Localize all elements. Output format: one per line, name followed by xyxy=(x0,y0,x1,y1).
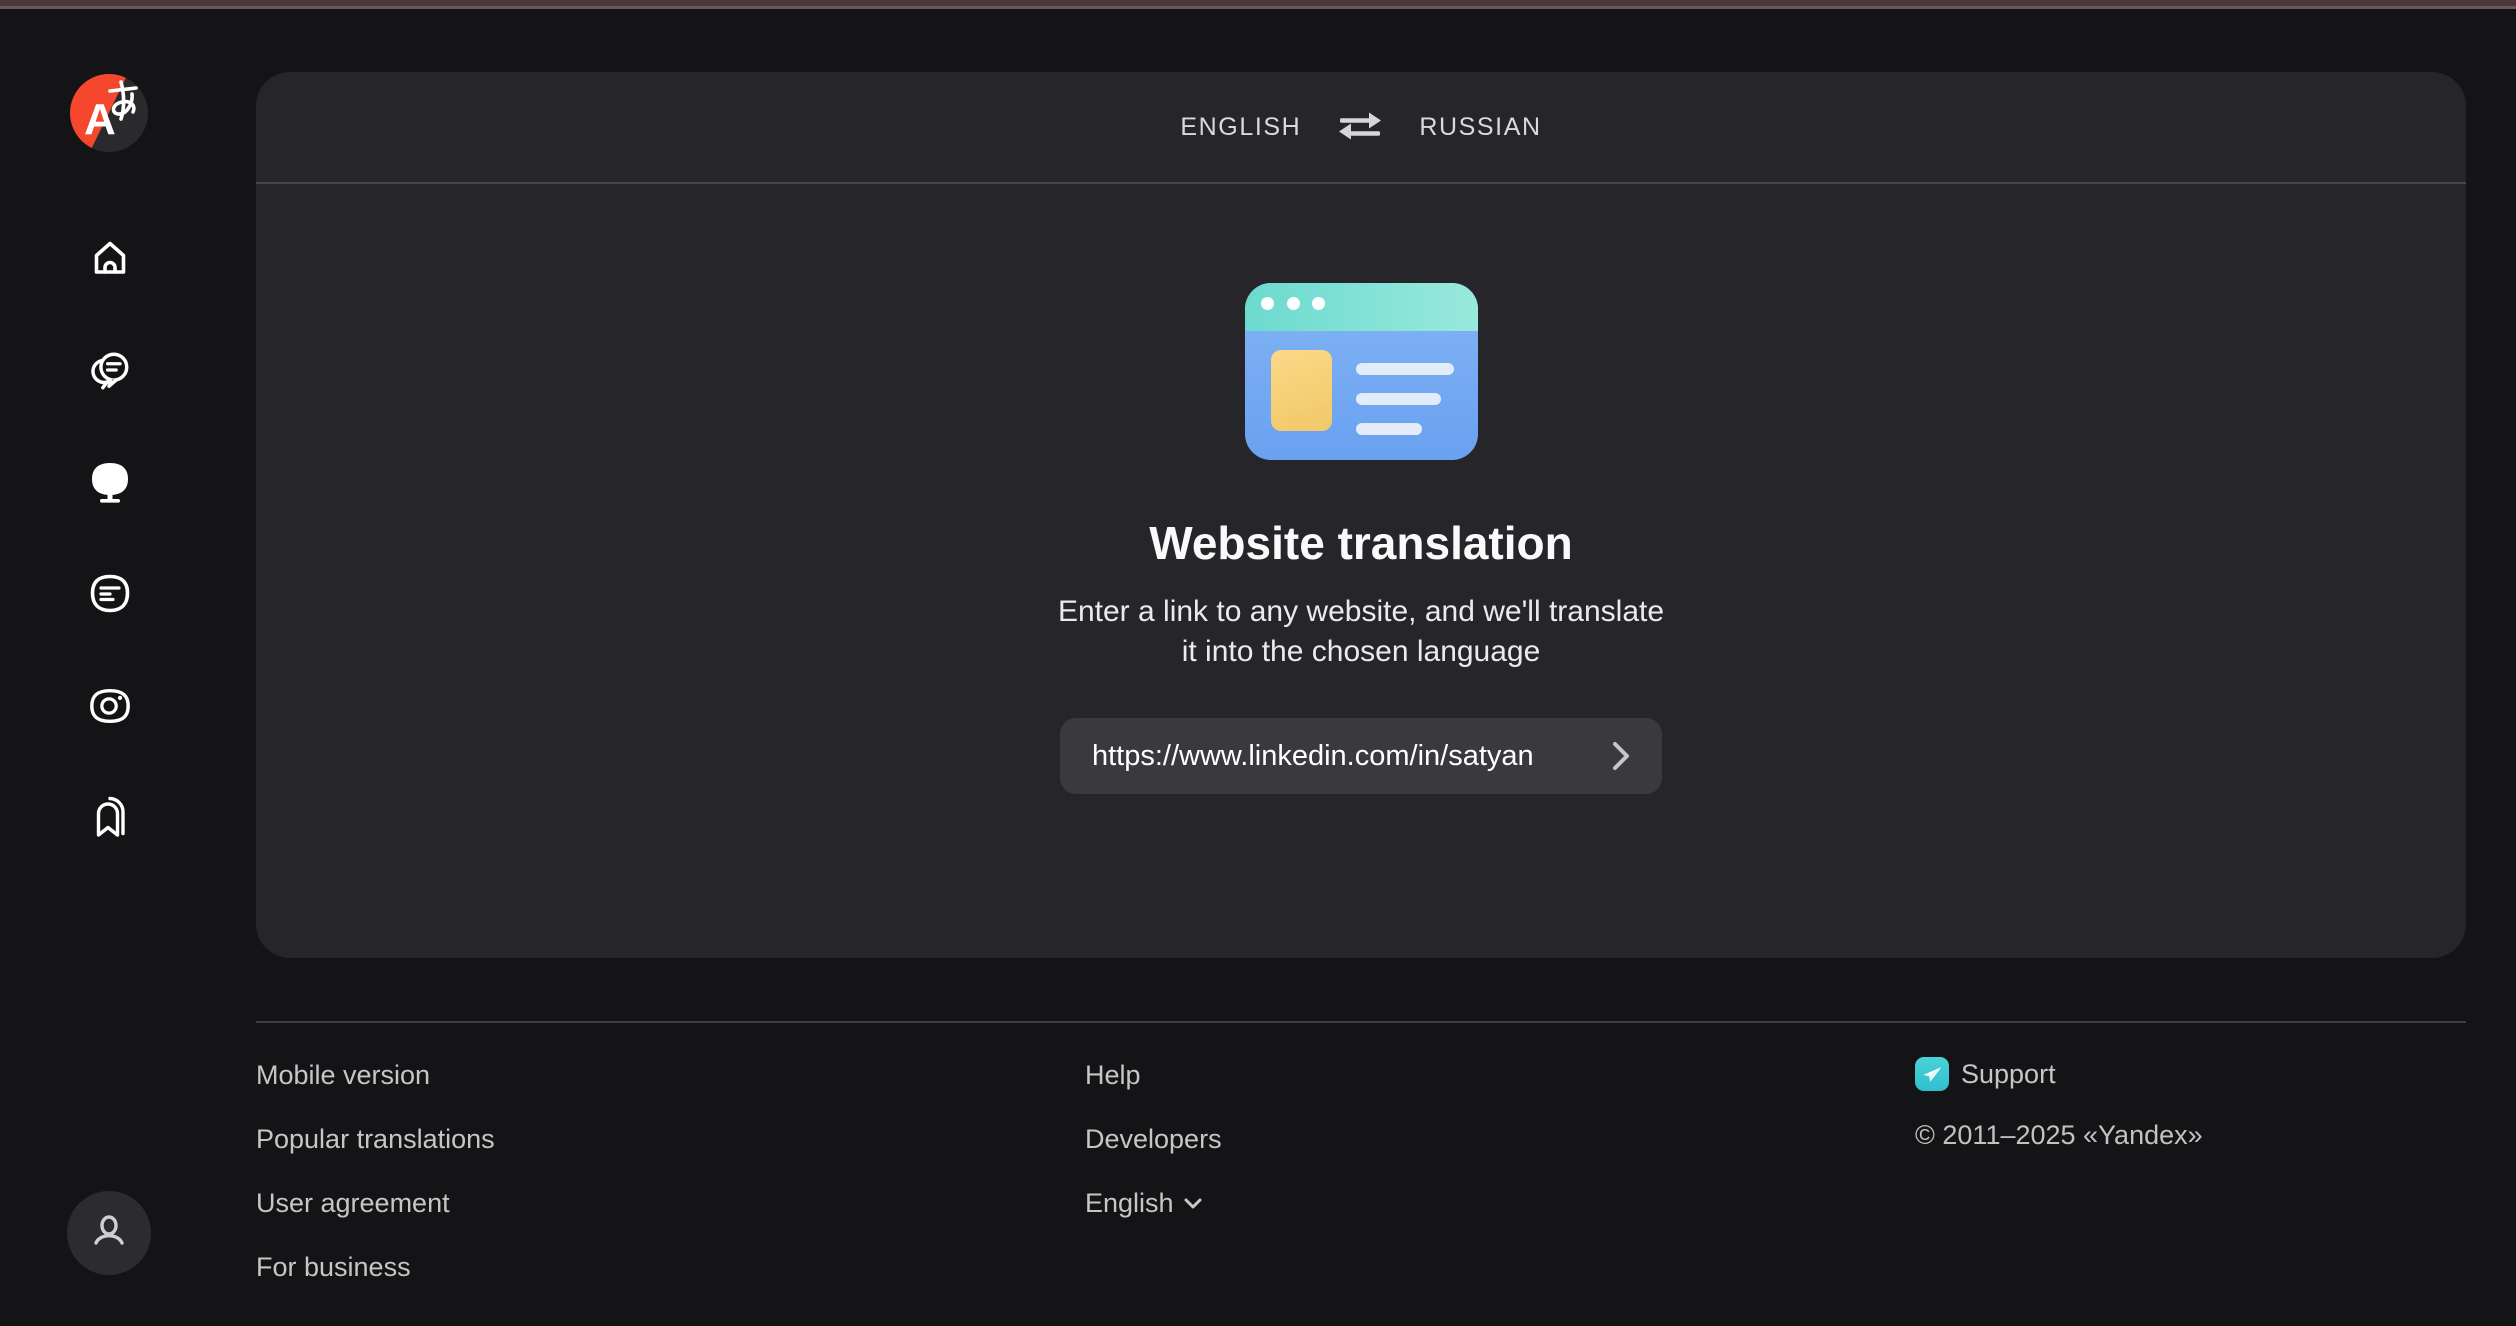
sidebar-item-images[interactable] xyxy=(88,684,132,728)
swap-languages-icon[interactable] xyxy=(1337,111,1383,143)
source-language-button[interactable]: ENGLISH xyxy=(1180,113,1301,142)
illustration-text-line xyxy=(1355,393,1441,405)
sites-icon xyxy=(92,463,128,503)
footer-link-user-agreement[interactable]: User agreement xyxy=(256,1188,495,1220)
bookmark-icon xyxy=(96,796,125,837)
language-bar: ENGLISH RUSSIAN xyxy=(256,72,2466,184)
user-avatar[interactable] xyxy=(67,1191,151,1275)
translate-submit-button[interactable] xyxy=(1604,736,1638,776)
website-translation-card: ENGLISH RUSSIAN Website translation Ente… xyxy=(256,72,2466,958)
dialogue-icon xyxy=(91,352,129,390)
sidebar-item-home[interactable] xyxy=(88,236,132,280)
sidebar-item-collections[interactable] xyxy=(88,796,132,840)
illustration-text-line xyxy=(1355,423,1422,435)
page-subtitle: Enter a link to any website, and we'll t… xyxy=(1058,592,1664,672)
illustration-titlebar xyxy=(1244,283,1478,331)
yandex-translate-sites-page: { "sidebar": { "logo": { "latin": "A", "… xyxy=(0,0,2516,1326)
camera-icon xyxy=(90,688,130,724)
illustration-dot xyxy=(1260,297,1274,310)
person-icon xyxy=(94,1215,124,1245)
footer-link-developers[interactable]: Developers xyxy=(1085,1124,1222,1156)
paper-plane-icon xyxy=(1923,1067,1942,1082)
text-translation-icon xyxy=(90,574,130,613)
support-badge xyxy=(1915,1057,1949,1091)
footer-language-selector[interactable]: English xyxy=(1085,1188,1222,1219)
footer-column-3: Support © 2011–2025 «Yandex» xyxy=(1915,1056,2203,1151)
copyright-notice: © 2011–2025 «Yandex» xyxy=(1915,1120,2203,1150)
support-label: Support xyxy=(1961,1058,2056,1089)
footer-column-1: Mobile version Popular translations User… xyxy=(256,1060,495,1316)
logo-hiragana-a-glyph xyxy=(108,80,138,121)
chevron-down-icon xyxy=(1184,1198,1202,1209)
url-input[interactable] xyxy=(1092,739,1604,773)
footer-link-mobile-version[interactable]: Mobile version xyxy=(256,1060,495,1092)
sidebar-item-dialogue[interactable] xyxy=(88,348,132,392)
subtitle-line-1: Enter a link to any website, and we'll t… xyxy=(1057,595,1665,628)
footer-divider xyxy=(256,1021,2466,1023)
illustration-text-line xyxy=(1355,363,1454,375)
browser-window-illustration xyxy=(1244,283,1478,460)
sidebar-navigation xyxy=(88,236,132,908)
sidebar-item-sites-active[interactable] xyxy=(88,460,132,504)
sidebar-item-text[interactable] xyxy=(88,572,132,616)
target-language-button[interactable]: RUSSIAN xyxy=(1419,113,1541,142)
subtitle-line-2: it into the chosen language xyxy=(1181,635,1541,668)
illustration-image-block xyxy=(1270,350,1332,431)
url-input-container xyxy=(1060,718,1662,794)
footer-link-popular-translations[interactable]: Popular translations xyxy=(256,1124,495,1156)
footer-link-help[interactable]: Help xyxy=(1085,1060,1222,1092)
card-body: Website translation Enter a link to any … xyxy=(256,184,2466,794)
yandex-translate-logo[interactable]: A xyxy=(70,74,148,152)
footer-language-label: English xyxy=(1085,1188,1174,1218)
illustration-dot xyxy=(1311,297,1325,310)
page-title: Website translation xyxy=(1149,517,1573,569)
home-icon xyxy=(94,241,126,274)
illustration-dot xyxy=(1286,297,1300,310)
footer-column-2: Help Developers English xyxy=(1085,1060,1222,1219)
support-link[interactable]: Support xyxy=(1915,1056,2203,1092)
footer-link-for-business[interactable]: For business xyxy=(256,1252,495,1284)
window-top-strip xyxy=(0,0,2516,9)
chevron-right-icon xyxy=(1613,742,1629,770)
